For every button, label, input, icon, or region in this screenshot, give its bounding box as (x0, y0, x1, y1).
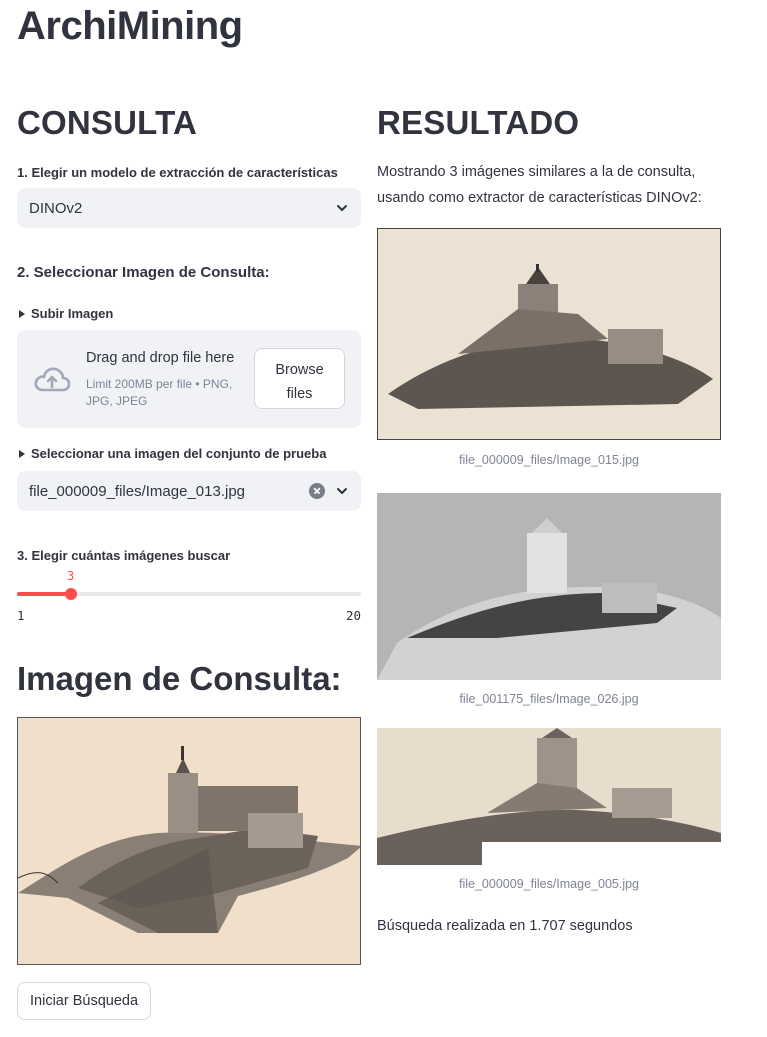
upload-expander[interactable]: Subir Imagen (17, 306, 113, 321)
result-sketch-3 (377, 728, 721, 865)
testset-expander[interactable]: Seleccionar una imagen del conjunto de p… (17, 446, 326, 461)
result-caption-2: file_001175_files/Image_026.jpg (459, 692, 639, 706)
chevron-down-icon (337, 488, 347, 494)
file-dropzone[interactable]: Drag and drop file here Limit 200MB per … (17, 330, 361, 428)
count-slider[interactable]: 3 1 20 (17, 565, 361, 625)
result-caption-3: file_000009_files/Image_005.jpg (459, 877, 639, 891)
result-image-1 (377, 228, 721, 440)
query-image (17, 717, 361, 965)
result-image-2 (377, 493, 721, 680)
clear-icon[interactable] (309, 483, 325, 499)
testset-expander-label: Seleccionar una imagen del conjunto de p… (31, 446, 327, 461)
slider-fill (17, 592, 71, 596)
result-image-3 (377, 728, 721, 865)
query-sketch (18, 718, 360, 964)
testset-select-value: file_000009_files/Image_013.jpg (29, 482, 245, 500)
app-title: ArchiMining (17, 4, 243, 48)
testset-select[interactable]: file_000009_files/Image_013.jpg (17, 471, 361, 511)
result-caption-1: file_000009_files/Image_015.jpg (459, 453, 639, 467)
result-sketch-2 (377, 493, 721, 680)
dropzone-subtitle: Limit 200MB per file • PNG, JPG, JPEG (86, 377, 233, 408)
browse-label-1: Browse (275, 361, 324, 378)
model-select[interactable]: DINOv2 (17, 188, 361, 228)
upload-expander-label: Subir Imagen (31, 306, 114, 321)
slider-max: 20 (345, 608, 361, 623)
browse-label-2: files (286, 385, 313, 402)
model-select-value: DINOv2 (29, 199, 83, 217)
consulta-heading: CONSULTA (17, 104, 198, 141)
model-select-label: 1. Elegir un modelo de extracción de car… (17, 165, 338, 180)
slider-min: 1 (17, 608, 25, 623)
browse-files-button[interactable]: Browse files (254, 348, 345, 409)
dropzone-title: Drag and drop file here (86, 350, 235, 366)
cloud-upload-icon (34, 367, 71, 392)
results-description: Mostrando 3 imágenes similares a la de c… (377, 164, 702, 206)
start-search-button[interactable]: Iniciar Búsqueda (17, 982, 152, 1020)
result-sketch-1 (378, 229, 720, 439)
slider-value: 3 (67, 569, 75, 583)
chevron-down-icon (337, 205, 347, 211)
slider-label: 3. Elegir cuántas imágenes buscar (17, 548, 231, 563)
step2-heading: 2. Seleccionar Imagen de Consulta: (17, 264, 270, 281)
triangle-right-icon (19, 309, 25, 318)
resultado-heading: RESULTADO (377, 104, 580, 141)
slider-thumb[interactable] (65, 588, 77, 600)
triangle-right-icon (19, 449, 25, 458)
search-timing: Búsqueda realizada en 1.707 segundos (377, 918, 633, 934)
query-image-heading: Imagen de Consulta: (17, 660, 342, 697)
